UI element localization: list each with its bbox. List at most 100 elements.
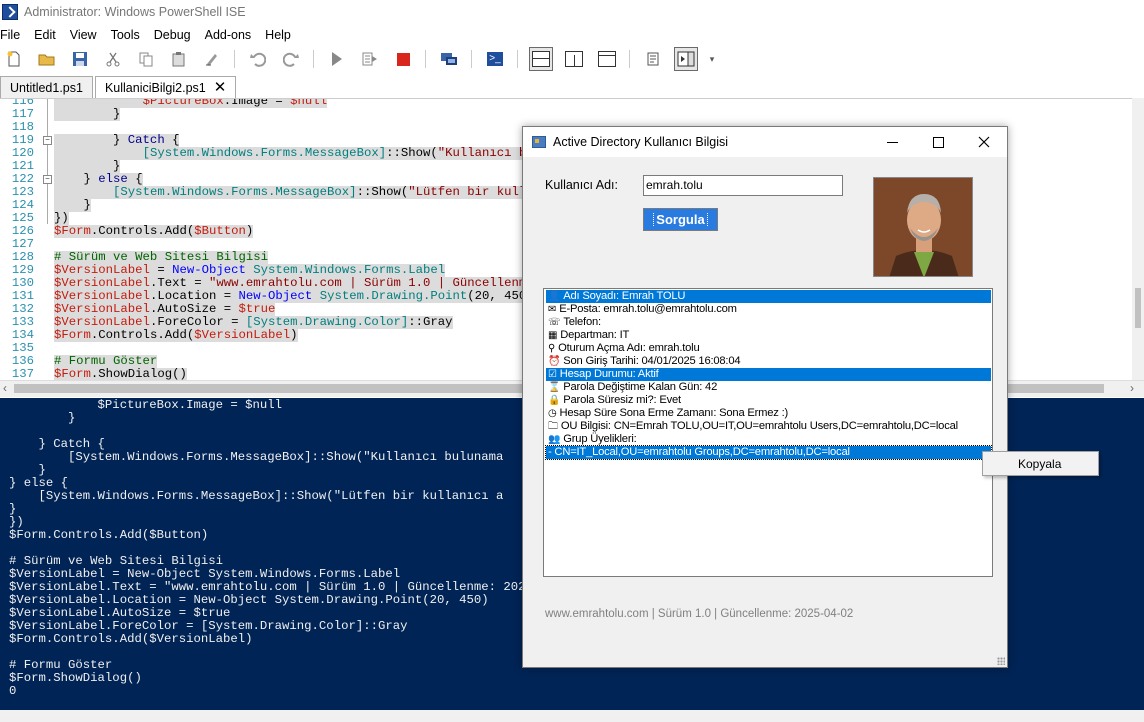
username-label: Kullanıcı Adı: bbox=[545, 178, 618, 192]
minimize-button[interactable] bbox=[869, 127, 915, 157]
scroll-right-icon[interactable]: › bbox=[1130, 381, 1134, 395]
list-item[interactable]: 🗀 OU Bilgisi: CN=Emrah TOLU,OU=IT,OU=emra… bbox=[546, 420, 991, 433]
code-text: } bbox=[54, 107, 121, 121]
run-selection-icon[interactable] bbox=[359, 48, 381, 70]
redo-icon[interactable] bbox=[280, 48, 302, 70]
menu-edit[interactable]: Edit bbox=[34, 28, 56, 42]
clear-icon[interactable] bbox=[201, 48, 223, 70]
list-item[interactable]: ☏ Telefon: bbox=[546, 316, 991, 329]
menu-view[interactable]: View bbox=[70, 28, 97, 42]
list-item[interactable]: - CN=IT_Local,OU=emrahtolu Groups,DC=emr… bbox=[545, 445, 992, 460]
undo-icon[interactable] bbox=[247, 48, 269, 70]
layout-top-icon[interactable] bbox=[529, 47, 553, 71]
list-item-icon: ⏰ bbox=[548, 356, 561, 367]
close-icon[interactable]: ✕ bbox=[214, 80, 227, 95]
query-button[interactable]: Sorgula bbox=[643, 208, 718, 231]
maximize-icon bbox=[932, 136, 944, 148]
scroll-left-icon[interactable]: ‹ bbox=[3, 381, 7, 395]
list-item[interactable]: ⏰ Son Giriş Tarihi: 04/01/2025 16:08:04 bbox=[546, 355, 991, 368]
menu-addons[interactable]: Add-ons bbox=[205, 28, 252, 42]
user-photo bbox=[873, 177, 973, 277]
console-line: $Form.Controls.Add($VersionLabel) bbox=[9, 632, 253, 646]
code-text: $Form.Controls.Add($Button) bbox=[54, 224, 254, 238]
dialog-title: Active Directory Kullanıcı Bilgisi bbox=[553, 135, 729, 149]
list-item-icon: ⌛ bbox=[548, 382, 561, 393]
toolbar-separator bbox=[629, 50, 630, 68]
list-item-text: Hesap Durumu: Aktif bbox=[559, 368, 659, 380]
stop-icon[interactable] bbox=[392, 48, 414, 70]
username-input[interactable]: emrah.tolu bbox=[643, 175, 843, 196]
list-item[interactable]: ⚲ Oturum Açma Adı: emrah.tolu bbox=[546, 342, 991, 355]
show-commands-icon[interactable] bbox=[642, 48, 664, 70]
cut-icon[interactable] bbox=[102, 48, 124, 70]
list-item[interactable]: 🔒 Parola Süresiz mi?: Evet bbox=[546, 394, 991, 407]
editor-vertical-scrollbar[interactable] bbox=[1132, 98, 1144, 380]
open-icon[interactable] bbox=[36, 48, 58, 70]
copy-icon[interactable] bbox=[135, 48, 157, 70]
title-bar: Administrator: Windows PowerShell ISE bbox=[0, 0, 1144, 24]
list-item-icon: ⚲ bbox=[548, 343, 556, 354]
console-line: [System.Windows.Forms.MessageBox]::Show(… bbox=[9, 450, 504, 464]
list-item[interactable]: ◷ Hesap Süre Sona Erme Zamanı: Sona Ermez… bbox=[546, 407, 991, 420]
remote-icon[interactable] bbox=[438, 48, 460, 70]
query-button-label: Sorgula bbox=[653, 211, 708, 228]
menu-debug[interactable]: Debug bbox=[154, 28, 191, 42]
list-item-text: Parola Değiştime Kalan Gün: 42 bbox=[563, 381, 718, 393]
scrollbar-thumb[interactable] bbox=[1135, 288, 1141, 328]
list-item[interactable]: ☑ Hesap Durumu: Aktif bbox=[546, 368, 991, 381]
list-item-text: Grup Üyelikleri: bbox=[563, 433, 637, 445]
console-line: } bbox=[9, 411, 76, 425]
new-file-icon[interactable] bbox=[3, 48, 25, 70]
toolbar-separator bbox=[517, 50, 518, 68]
list-item[interactable]: ⌛ Parola Değiştime Kalan Gün: 42 bbox=[546, 381, 991, 394]
tab-untitled1[interactable]: Untitled1.ps1 bbox=[0, 76, 93, 98]
list-item-text: Son Giriş Tarihi: 04/01/2025 16:08:04 bbox=[563, 355, 741, 367]
resize-grip[interactable] bbox=[997, 657, 1005, 665]
list-item-icon: 🗀 bbox=[548, 421, 558, 432]
list-item[interactable]: ▦ Departman: IT bbox=[546, 329, 991, 342]
code-text: $Form.ShowDialog() bbox=[54, 367, 187, 380]
overflow-icon[interactable]: ▾ bbox=[708, 48, 716, 70]
user-info-listbox[interactable]: 👤 Adı Soyadı: Emrah TOLU ✉ E-Posta: emrah.t… bbox=[543, 288, 993, 577]
editor-line: 116 $PictureBox.Image = $null bbox=[0, 99, 1144, 108]
list-item-icon: ▦ bbox=[548, 330, 558, 341]
list-item-icon: 👤 bbox=[548, 291, 561, 302]
layout-max-icon[interactable] bbox=[596, 48, 618, 70]
fold-toggle-icon[interactable]: − bbox=[43, 175, 52, 184]
toolbar-separator bbox=[425, 50, 426, 68]
show-addons-icon[interactable] bbox=[674, 47, 698, 71]
tab-label: Untitled1.ps1 bbox=[10, 80, 83, 95]
console-line: $Form.ShowDialog() bbox=[9, 671, 142, 685]
list-item-icon: 🔒 bbox=[548, 395, 561, 406]
menu-help[interactable]: Help bbox=[265, 28, 291, 42]
menu-file[interactable]: File bbox=[0, 28, 20, 42]
version-label: www.emrahtolu.com | Sürüm 1.0 | Güncelle… bbox=[545, 608, 854, 620]
list-item[interactable]: 👥 Grup Üyelikleri: bbox=[546, 433, 991, 446]
dialog-title-bar: Active Directory Kullanıcı Bilgisi bbox=[523, 127, 1007, 157]
minimize-icon bbox=[886, 141, 898, 143]
editor-line: 117 } bbox=[0, 108, 1144, 121]
code-text: [System.Windows.Forms.MessageBox]::Show(… bbox=[54, 186, 534, 199]
maximize-button[interactable] bbox=[915, 127, 961, 157]
toolbar-separator bbox=[234, 50, 235, 68]
list-item[interactable]: ✉ E-Posta: emrah.tolu@emrahtolu.com bbox=[546, 303, 991, 316]
fold-toggle-icon[interactable]: − bbox=[43, 136, 52, 145]
context-menu-copy[interactable]: Kopyala bbox=[1018, 457, 1061, 471]
list-item-text: E-Posta: emrah.tolu@emrahtolu.com bbox=[559, 303, 737, 315]
close-button[interactable] bbox=[961, 127, 1007, 157]
toolbar: >_ ▾ bbox=[0, 45, 1144, 73]
powershell-icon[interactable]: >_ bbox=[484, 48, 506, 70]
layout-right-icon[interactable] bbox=[563, 48, 585, 70]
window-title: Administrator: Windows PowerShell ISE bbox=[24, 5, 246, 19]
list-item-icon: 👥 bbox=[548, 434, 561, 445]
list-item-text: - CN=IT_Local,OU=emrahtolu Groups,DC=emr… bbox=[548, 446, 850, 458]
status-bar bbox=[0, 710, 1144, 722]
list-item[interactable]: 👤 Adı Soyadı: Emrah TOLU bbox=[546, 290, 991, 303]
tab-kullanicibilgi2[interactable]: KullaniciBilgi2.ps1 ✕ bbox=[94, 76, 237, 98]
console-line: 0 bbox=[9, 684, 17, 698]
menu-tools[interactable]: Tools bbox=[111, 28, 140, 42]
run-icon[interactable] bbox=[326, 48, 348, 70]
paste-icon[interactable] bbox=[168, 48, 190, 70]
save-icon[interactable] bbox=[69, 48, 91, 70]
list-item-text: Oturum Açma Adı: emrah.tolu bbox=[558, 342, 700, 354]
